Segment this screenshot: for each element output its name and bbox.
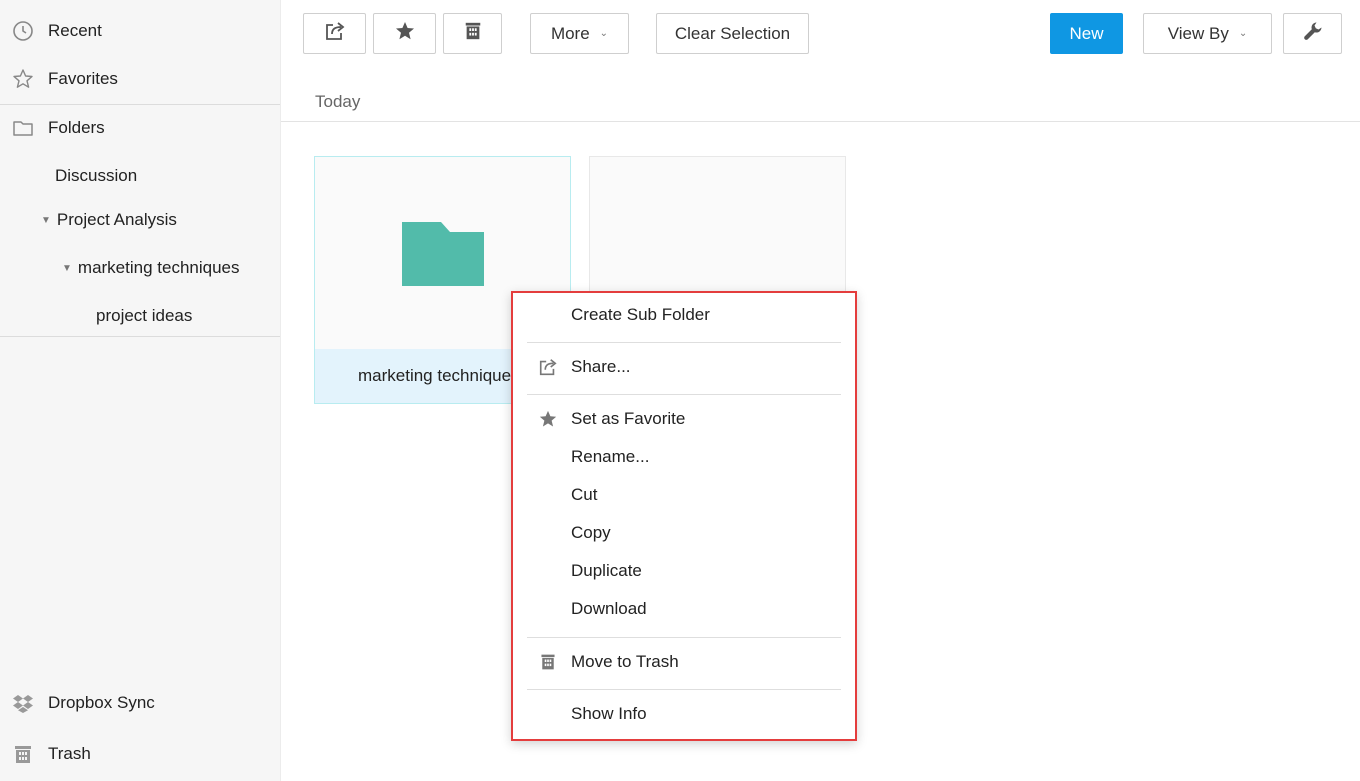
menu-item-label: Show Info xyxy=(571,704,647,723)
star-icon xyxy=(537,408,559,430)
tree-item-label: project ideas xyxy=(96,306,193,325)
menu-item-label: Create Sub Folder xyxy=(571,305,710,324)
trash-icon xyxy=(463,20,483,47)
menu-item-label: Download xyxy=(571,599,647,618)
menu-item-label: Set as Favorite xyxy=(571,409,686,428)
chevron-down-icon: ⌄ xyxy=(1238,28,1248,39)
section-divider xyxy=(281,121,1360,122)
nav-recent[interactable]: Recent xyxy=(0,11,280,51)
menu-item-label: Share... xyxy=(571,357,631,376)
menu-move-to-trash[interactable]: Move to Trash xyxy=(513,644,855,680)
clock-icon xyxy=(12,20,34,42)
nav-dropbox-sync[interactable]: Dropbox Sync xyxy=(0,683,280,723)
dropbox-icon xyxy=(12,692,34,714)
menu-copy[interactable]: Copy xyxy=(513,515,855,551)
more-label: More xyxy=(550,23,590,43)
menu-divider xyxy=(527,689,841,690)
nav-favorites-label: Favorites xyxy=(48,69,118,88)
nav-favorites[interactable]: Favorites xyxy=(0,59,280,99)
menu-duplicate[interactable]: Duplicate xyxy=(513,553,855,589)
tree-item-marketing-techniques[interactable]: ▼ marketing techniques xyxy=(62,252,240,284)
tree-item-project-analysis[interactable]: ▼ Project Analysis xyxy=(41,204,177,236)
sidebar: Recent Favorites Folders Discussion ▼ Pr… xyxy=(0,0,281,781)
menu-cut[interactable]: Cut xyxy=(513,477,855,513)
trash-icon xyxy=(12,743,34,765)
new-label: New xyxy=(1069,23,1104,43)
tree-item-label: marketing techniques xyxy=(77,258,240,277)
nav-folders[interactable]: Folders xyxy=(0,108,280,148)
menu-create-sub-folder[interactable]: Create Sub Folder xyxy=(513,297,855,333)
file-card[interactable] xyxy=(589,156,846,296)
caret-down-icon[interactable]: ▼ xyxy=(62,263,72,274)
nav-dropbox-label: Dropbox Sync xyxy=(48,693,155,712)
view-by-label: View By xyxy=(1167,23,1229,43)
tree-item-discussion[interactable]: Discussion xyxy=(55,160,137,192)
menu-show-info[interactable]: Show Info xyxy=(513,696,855,732)
clear-selection-label: Clear Selection xyxy=(674,23,791,43)
star-outline-icon xyxy=(12,68,34,90)
new-button[interactable]: New xyxy=(1050,13,1123,54)
menu-item-label: Rename... xyxy=(571,447,650,466)
menu-rename[interactable]: Rename... xyxy=(513,439,855,475)
share-button[interactable] xyxy=(303,13,366,54)
wrench-icon xyxy=(1302,20,1324,47)
menu-item-label: Cut xyxy=(571,485,598,504)
nav-folders-label: Folders xyxy=(48,118,105,137)
menu-item-label: Duplicate xyxy=(571,561,642,580)
sidebar-divider xyxy=(0,104,280,105)
menu-item-label: Copy xyxy=(571,523,611,542)
menu-divider xyxy=(527,394,841,395)
menu-download[interactable]: Download xyxy=(513,591,855,627)
trash-icon xyxy=(537,651,559,673)
tree-item-label: Discussion xyxy=(55,166,138,185)
view-by-dropdown[interactable]: View By ⌄ xyxy=(1143,13,1272,54)
menu-item-label: Move to Trash xyxy=(571,652,679,671)
folder-icon xyxy=(401,221,485,292)
share-icon xyxy=(537,356,559,378)
tree-item-label: Project Analysis xyxy=(56,210,177,229)
folder-outline-icon xyxy=(12,117,34,139)
menu-divider xyxy=(527,637,841,638)
menu-divider xyxy=(527,342,841,343)
star-icon xyxy=(394,20,416,47)
settings-button[interactable] xyxy=(1283,13,1342,54)
sidebar-divider xyxy=(0,336,280,337)
tree-item-project-ideas[interactable]: project ideas xyxy=(96,300,192,332)
caret-down-icon[interactable]: ▼ xyxy=(41,215,51,226)
menu-set-as-favorite[interactable]: Set as Favorite xyxy=(513,401,855,437)
share-icon xyxy=(324,20,346,47)
delete-button[interactable] xyxy=(443,13,502,54)
section-today-label: Today xyxy=(315,92,361,111)
nav-recent-label: Recent xyxy=(48,21,102,40)
nav-trash-label: Trash xyxy=(48,744,91,763)
clear-selection-button[interactable]: Clear Selection xyxy=(656,13,809,54)
menu-share[interactable]: Share... xyxy=(513,349,855,385)
chevron-down-icon: ⌄ xyxy=(599,28,609,39)
more-dropdown[interactable]: More ⌄ xyxy=(530,13,629,54)
context-menu: Create Sub Folder Share... Set as Favori… xyxy=(511,291,857,741)
favorite-button[interactable] xyxy=(373,13,436,54)
nav-trash[interactable]: Trash xyxy=(0,734,280,774)
